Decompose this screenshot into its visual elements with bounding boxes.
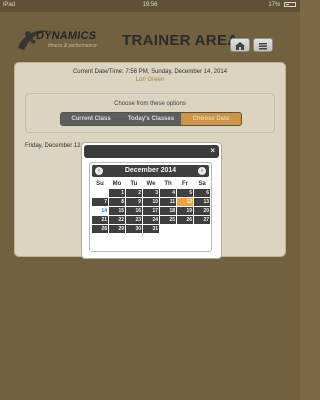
calendar-day[interactable]: 18 <box>160 207 176 215</box>
calendar-empty-cell <box>160 225 176 233</box>
calendar-week-row: 7 8 9 10 11 12 13 <box>92 198 211 206</box>
calendar-month: December 2014 <box>124 167 177 174</box>
calendar-day[interactable]: 23 <box>126 216 142 224</box>
calendar-day[interactable]: 16 <box>126 207 142 215</box>
calendar-day[interactable]: 1 <box>109 189 125 197</box>
calendar-day[interactable]: 8 <box>109 198 125 206</box>
calendar-day[interactable]: 3 <box>143 189 159 197</box>
calendar-week-row: 28 29 30 31 <box>92 225 211 233</box>
calendar-day[interactable]: 4 <box>160 189 176 197</box>
weekday-label: Su <box>96 181 104 187</box>
calendar-day[interactable]: 2 <box>126 189 142 197</box>
weekday-row: Su Mo Tu We Th Fr Sa <box>92 180 211 188</box>
calendar-day[interactable]: 27 <box>194 216 210 224</box>
calendar-week-row: 123456 <box>92 189 211 197</box>
calendar-day[interactable]: 19 <box>177 207 193 215</box>
calendar-day[interactable]: 7 <box>92 198 108 206</box>
calendar-day[interactable]: 12 <box>177 198 193 206</box>
weekday-label: Mo <box>112 181 122 187</box>
calendar-weeks: 1 2 3 4 5 6 7 8 9 10 11 12 13 14 15 16 17 18 19 20 21 22 23 24 2… <box>92 189 211 233</box>
calendar-day[interactable]: 9 <box>126 198 142 206</box>
calendar-empty-cell <box>177 225 193 233</box>
calendar-day[interactable]: 14 <box>92 207 108 215</box>
dialog-titlebar: × <box>84 145 219 158</box>
close-icon[interactable]: × <box>210 146 215 155</box>
calendar-day[interactable]: 21 <box>92 216 108 224</box>
weekday-label: Th <box>164 181 172 187</box>
calendar-day[interactable]: 26 <box>177 216 193 224</box>
calendar-day[interactable]: 29 <box>109 225 125 233</box>
calendar-day[interactable]: 31 <box>143 225 159 233</box>
calendar-day[interactable]: 13 <box>194 198 210 206</box>
calendar: ‹ December 2014 › Su Mo Tu We Th Fr Sa 1… <box>89 162 212 252</box>
chevron-right-icon[interactable]: › <box>198 167 206 175</box>
calendar-day[interactable]: 5 <box>177 189 193 197</box>
calendar-day[interactable]: 28 <box>92 225 108 233</box>
calendar-empty-cell <box>194 225 210 233</box>
calendar-day[interactable]: 30 <box>126 225 142 233</box>
calendar-week-row: 14 15 16 17 18 19 20 <box>92 207 211 215</box>
calendar-day[interactable]: 20 <box>194 207 210 215</box>
calendar-day[interactable]: 10 <box>143 198 159 206</box>
calendar-header: ‹ December 2014 › <box>92 165 209 177</box>
calendar-day[interactable]: 24 <box>143 216 159 224</box>
calendar-day[interactable]: 25 <box>160 216 176 224</box>
calendar-day[interactable]: 6 <box>194 189 210 197</box>
weekday-label: Fr <box>182 181 188 187</box>
weekday-label: We <box>146 181 156 187</box>
calendar-empty-cell <box>92 189 108 197</box>
weekday-label: Sa <box>198 181 206 187</box>
calendar-week-row: 21 22 23 24 25 26 27 <box>92 216 211 224</box>
calendar-day[interactable]: 22 <box>109 216 125 224</box>
calendar-day[interactable]: 11 <box>160 198 176 206</box>
calendar-day[interactable]: 17 <box>143 207 159 215</box>
calendar-day[interactable]: 15 <box>109 207 125 215</box>
datepicker-dialog: × ‹ December 2014 › Su Mo Tu We Th Fr Sa… <box>81 142 222 259</box>
calendar-grid: Su Mo Tu We Th Fr Sa 1 2 3 4 5 6 7 8 9 10 11 12 13 14… <box>92 180 211 234</box>
weekday-label: Tu <box>130 181 138 187</box>
